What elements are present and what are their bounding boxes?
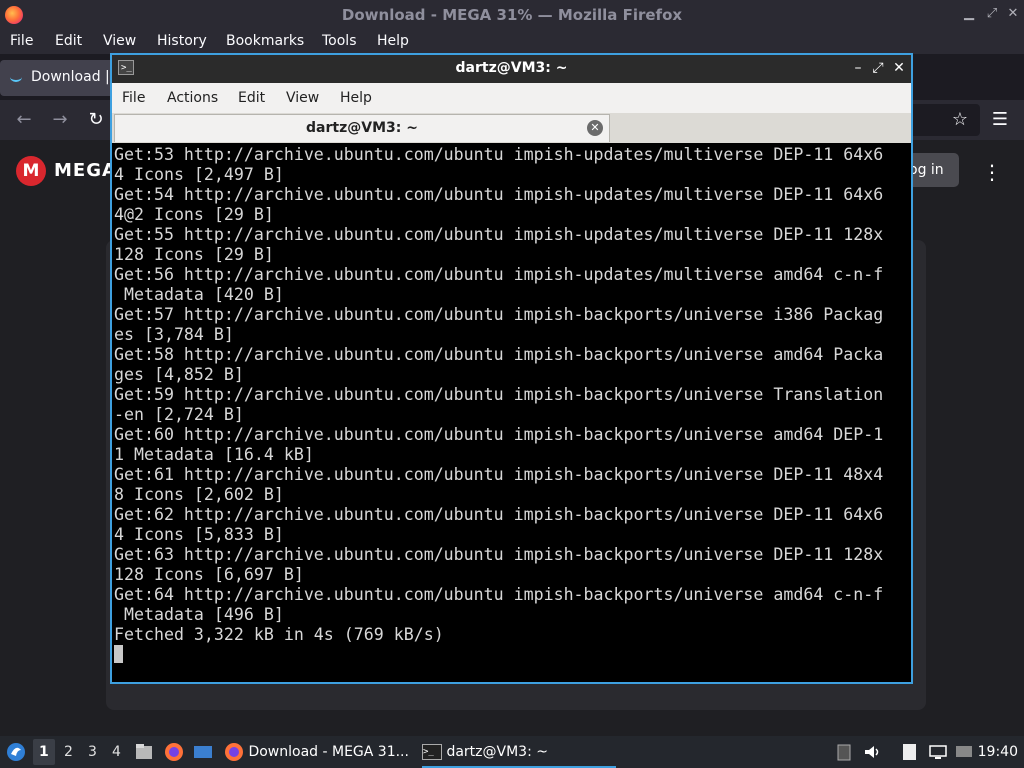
task-firefox[interactable]: Download - MEGA 31... (224, 738, 409, 766)
terminal-lines: Get:53 http://archive.ubuntu.com/ubuntu … (114, 145, 909, 645)
menu-edit[interactable]: Edit (55, 33, 82, 49)
terminal-tabbar: dartz@VM3: ~ ✕ (112, 113, 911, 143)
terminal-line: Get:59 http://archive.ubuntu.com/ubuntu … (114, 385, 884, 404)
terminal-line: 8 Icons [2,602 B] (114, 485, 284, 504)
terminal-line: Get:60 http://archive.ubuntu.com/ubuntu … (114, 425, 884, 444)
terminal-menu-edit[interactable]: Edit (238, 90, 265, 106)
window-title: Download - MEGA 31% — Mozilla Firefox (341, 6, 683, 24)
menu-help[interactable]: Help (377, 33, 409, 49)
terminal-line: Metadata [496 B] (123, 605, 284, 624)
menu-file[interactable]: File (10, 33, 33, 49)
terminal-line: 1 Metadata [16.4 kB] (114, 445, 314, 464)
notes-icon[interactable] (900, 742, 920, 762)
menu-tools[interactable]: Tools (322, 33, 357, 49)
terminal-icon: >_ (422, 744, 442, 760)
reload-icon[interactable]: ↻ (84, 108, 108, 132)
terminal-output[interactable]: Get:53 http://archive.ubuntu.com/ubuntu … (114, 145, 909, 680)
terminal-menu-view[interactable]: View (286, 90, 319, 106)
terminal-line: Get:57 http://archive.ubuntu.com/ubuntu … (114, 305, 884, 324)
mega-tab-icon (10, 72, 22, 82)
workspace-1[interactable]: 1 (39, 744, 49, 760)
volume-icon[interactable] (862, 742, 882, 762)
start-menu-icon[interactable] (6, 742, 26, 762)
terminal-prompt-line (114, 645, 909, 665)
terminal-menu-file[interactable]: File (122, 90, 145, 106)
text-cursor (114, 645, 123, 663)
display-icon[interactable] (954, 742, 974, 762)
terminal-title: dartz@VM3: ~ (455, 60, 568, 76)
menu-view[interactable]: View (103, 33, 136, 49)
terminal-titlebar: >_ dartz@VM3: ~ – ⤢ ✕ (112, 55, 911, 83)
menu-history[interactable]: History (157, 33, 207, 49)
tab-label: Download | (31, 69, 110, 85)
task-terminal[interactable]: >_ dartz@VM3: ~ (422, 738, 616, 768)
terminal-line: 4 Icons [5,833 B] (114, 525, 284, 544)
terminal-maximize-icon[interactable]: ⤢ (870, 59, 886, 77)
terminal-line: Get:61 http://archive.ubuntu.com/ubuntu … (114, 465, 884, 484)
workspace-3[interactable]: 3 (88, 744, 97, 760)
mega-logo-icon: M (16, 156, 46, 186)
bookmark-star-icon[interactable]: ☆ (948, 108, 972, 132)
terminal-tab[interactable]: dartz@VM3: ~ ✕ (114, 114, 610, 142)
more-options-icon[interactable]: ⋮ (982, 162, 1002, 182)
firefox-titlebar: Download - MEGA 31% — Mozilla Firefox ▁ … (0, 0, 1024, 30)
terminal-window: >_ dartz@VM3: ~ – ⤢ ✕ File Actions Edit … (110, 53, 913, 684)
menu-bookmarks[interactable]: Bookmarks (226, 33, 304, 49)
terminal-line: Fetched 3,322 kB in 4s (769 kB/s) (114, 625, 444, 644)
workspace-4[interactable]: 4 (112, 744, 121, 760)
terminal-line: es [3,784 B] (114, 325, 234, 344)
terminal-line: Get:53 http://archive.ubuntu.com/ubuntu … (114, 145, 884, 164)
desktop-icon[interactable] (193, 742, 213, 762)
forward-icon[interactable]: → (48, 108, 72, 132)
close-icon[interactable]: ✕ (1004, 5, 1022, 23)
terminal-line: Metadata [420 B] (123, 285, 284, 304)
terminal-line: Get:64 http://archive.ubuntu.com/ubuntu … (114, 585, 884, 604)
terminal-line: Get:55 http://archive.ubuntu.com/ubuntu … (114, 225, 884, 244)
tab-download[interactable]: Download | (0, 60, 115, 96)
terminal-line: Get:58 http://archive.ubuntu.com/ubuntu … (114, 345, 884, 364)
hamburger-menu-icon[interactable]: ☰ (988, 108, 1012, 132)
terminal-line: 128 Icons [29 B] (114, 245, 274, 264)
terminal-menubar: File Actions Edit View Help (112, 83, 911, 113)
task-firefox-label: Download - MEGA 31... (248, 744, 409, 760)
terminal-menu-actions[interactable]: Actions (167, 90, 218, 106)
terminal-minimize-icon[interactable]: – (850, 59, 866, 77)
terminal-line: Get:56 http://archive.ubuntu.com/ubuntu … (114, 265, 884, 284)
minimize-icon[interactable]: ▁ (960, 5, 978, 23)
terminal-line: ges [4,852 B] (114, 365, 244, 384)
task-terminal-label: dartz@VM3: ~ (446, 744, 548, 760)
maximize-icon[interactable]: ⤢ (983, 5, 1001, 23)
terminal-line: Get:63 http://archive.ubuntu.com/ubuntu … (114, 545, 884, 564)
terminal-tab-close-icon[interactable]: ✕ (587, 120, 603, 136)
terminal-tab-label: dartz@VM3: ~ (306, 120, 418, 136)
workspace-2[interactable]: 2 (64, 744, 73, 760)
back-icon[interactable]: ← (12, 108, 36, 132)
mega-brand: MEGA (54, 160, 117, 181)
terminal-line: 128 Icons [6,697 B] (114, 565, 304, 584)
terminal-line: Get:62 http://archive.ubuntu.com/ubuntu … (114, 505, 884, 524)
firefox-menubar: File Edit View History Bookmarks Tools H… (0, 30, 1024, 54)
network-icon[interactable] (928, 742, 948, 762)
terminal-line: Get:54 http://archive.ubuntu.com/ubuntu … (114, 185, 884, 204)
terminal-line: -en [2,724 B] (114, 405, 244, 424)
firefox-launcher-icon[interactable] (164, 742, 184, 762)
taskbar: 1 2 3 4 Download - MEGA 31... >_ dartz@V… (0, 736, 1024, 768)
terminal-line: 4 Icons [2,497 B] (114, 165, 284, 184)
terminal-close-icon[interactable]: ✕ (891, 59, 907, 77)
clipboard-icon[interactable] (834, 742, 854, 762)
firefox-icon (225, 743, 243, 761)
file-manager-icon[interactable] (134, 742, 154, 762)
terminal-line: 4@2 Icons [29 B] (114, 205, 274, 224)
clock: 19:40 (977, 744, 1018, 760)
terminal-menu-help[interactable]: Help (340, 90, 372, 106)
